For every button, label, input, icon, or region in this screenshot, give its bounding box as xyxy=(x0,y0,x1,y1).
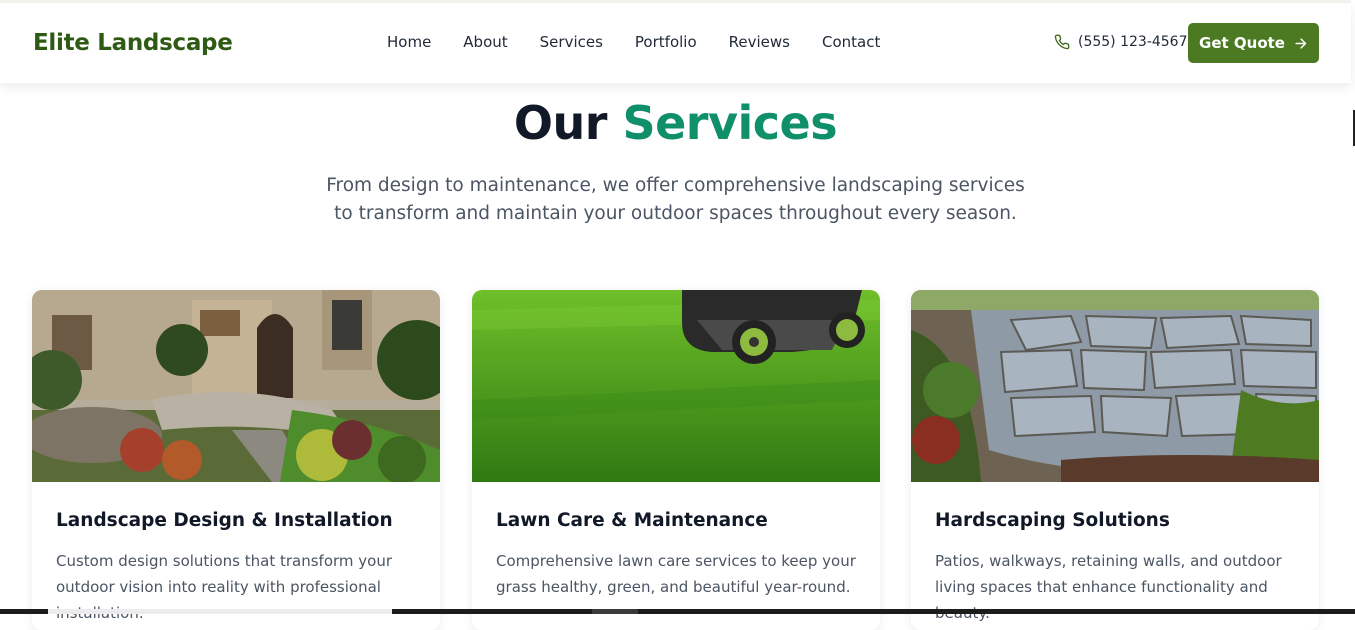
hardscaping-patio-image xyxy=(911,290,1319,482)
service-description: Comprehensive lawn care services to keep… xyxy=(496,552,856,596)
bottom-bar-segment xyxy=(592,609,638,614)
get-quote-label: Get Quote xyxy=(1199,34,1285,52)
service-title: Landscape Design & Installation xyxy=(56,510,393,531)
service-description: Patios, walkways, retaining walls, and o… xyxy=(935,552,1282,622)
nav-contact[interactable]: Contact xyxy=(822,33,880,51)
scrollbar-track[interactable] xyxy=(1351,0,1355,614)
bottom-bar-segment xyxy=(48,609,392,614)
service-title: Lawn Care & Maintenance xyxy=(496,510,768,531)
service-card-landscape-design[interactable]: Landscape Design & Installation Custom d… xyxy=(32,290,440,630)
nav-home[interactable]: Home xyxy=(387,33,431,51)
get-quote-button[interactable]: Get Quote xyxy=(1188,23,1319,63)
section-title: Our Services xyxy=(0,96,1351,150)
nav-about[interactable]: About xyxy=(463,33,507,51)
service-title: Hardscaping Solutions xyxy=(935,510,1170,531)
nav-reviews[interactable]: Reviews xyxy=(729,33,790,51)
bottom-edge-bar xyxy=(0,609,1355,614)
title-part-2: Services xyxy=(622,96,838,150)
main-nav: Home About Services Portfolio Reviews Co… xyxy=(387,33,912,51)
arrow-right-icon xyxy=(1295,37,1307,49)
service-card-hardscaping[interactable]: Hardscaping Solutions Patios, walkways, … xyxy=(911,290,1319,630)
landscape-design-image xyxy=(32,290,440,482)
title-part-1: Our xyxy=(513,96,608,150)
phone-icon xyxy=(1054,34,1070,50)
lawn-mower-image xyxy=(472,290,880,482)
site-logo[interactable]: Elite Landscape xyxy=(33,30,233,56)
phone-link[interactable]: (555) 123-4567 xyxy=(1054,34,1188,50)
service-card-lawn-care[interactable]: Lawn Care & Maintenance Comprehensive la… xyxy=(472,290,880,630)
nav-services[interactable]: Services xyxy=(540,33,603,51)
phone-number: (555) 123-4567 xyxy=(1078,34,1188,50)
site-header: Elite Landscape Home About Services Port… xyxy=(0,3,1351,83)
nav-portfolio[interactable]: Portfolio xyxy=(635,33,697,51)
section-subtitle: From design to maintenance, we offer com… xyxy=(326,175,1025,224)
service-description: Custom design solutions that transform y… xyxy=(56,552,393,622)
